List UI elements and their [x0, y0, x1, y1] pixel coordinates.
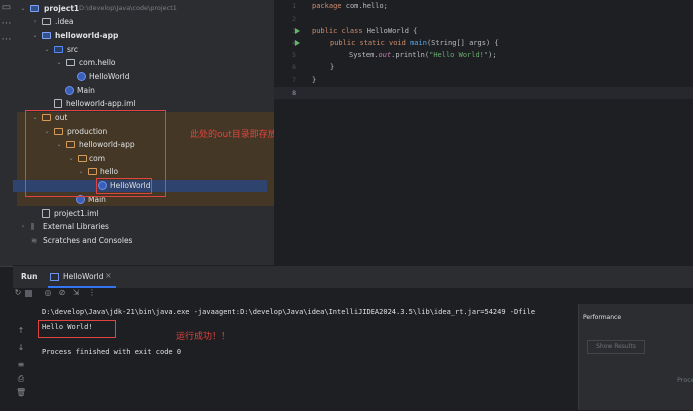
- show-results-button[interactable]: Show Results: [587, 340, 645, 354]
- code-string: "Hello World!": [429, 51, 489, 59]
- code-keyword: public static void: [330, 39, 406, 47]
- code-editor[interactable]: 1 2 3 4 5 6 7 8 package com.hello; publi…: [274, 0, 693, 265]
- process-label: Proce: [677, 376, 693, 384]
- line-number: 8: [292, 89, 296, 97]
- iml-file-icon: [42, 209, 50, 218]
- line-number: 6: [292, 63, 296, 71]
- more-options-icon[interactable]: ⋮: [87, 288, 97, 298]
- code-line-6: }: [330, 63, 335, 71]
- current-line-highlight: [274, 87, 693, 99]
- scratches-icon: ≋: [31, 236, 38, 245]
- export-icon[interactable]: ⇲: [71, 288, 81, 298]
- run-toolbar: ↻ ◎ ⊘ ⇲ ⋮: [13, 288, 578, 302]
- folder-icon[interactable]: ▭: [1, 2, 12, 13]
- code-text: );: [488, 51, 497, 59]
- tree-row-external-libraries[interactable]: › ⫼ External Libraries: [13, 220, 274, 233]
- tree-row-scratches[interactable]: ≋ Scratches and Consoles: [13, 234, 274, 247]
- library-icon: ⫼: [31, 222, 35, 231]
- code-keyword: public class: [312, 27, 363, 35]
- code-keyword: package: [312, 2, 342, 10]
- line-number: 7: [292, 76, 296, 84]
- exit-message: Process finished with exit code 0: [42, 348, 182, 356]
- more-icon[interactable]: ⋯: [1, 34, 12, 45]
- code-line-7: }: [312, 76, 317, 84]
- code-text: .println(: [391, 51, 430, 59]
- class-annotation-box: [96, 178, 152, 194]
- code-text: HelloWorld {: [362, 27, 418, 35]
- line-number: 1: [292, 2, 296, 10]
- tree-label-project-iml: project1.iml: [54, 209, 99, 218]
- code-method: main: [410, 39, 427, 47]
- tree-row-project-iml[interactable]: project1.iml: [13, 207, 274, 220]
- run-tab-bar: Run HelloWorld ×: [13, 266, 693, 288]
- run-annotation-text: 运行成功！！: [176, 332, 231, 342]
- command-line: D:\develop\Java\jdk-21\bin\java.exe -jav…: [42, 308, 536, 316]
- commit-icon[interactable]: ⋯: [1, 18, 12, 29]
- performance-title: Performance: [583, 314, 622, 321]
- code-line-1: package com.hello;: [312, 0, 388, 13]
- tree-label-scratches: Scratches and Consoles: [43, 236, 133, 245]
- rerun-icon[interactable]: ↻: [13, 288, 23, 298]
- code-field: out: [378, 51, 392, 59]
- stop-icon[interactable]: [25, 290, 32, 297]
- clear-icon[interactable]: ⊘: [57, 288, 67, 298]
- tree-label-external-libraries: External Libraries: [43, 222, 109, 231]
- code-text: com.hello;: [341, 2, 388, 10]
- code-text: (String[] args) {: [426, 39, 499, 47]
- performance-panel: Performance Show Results Proce: [578, 304, 693, 410]
- run-tab-helloworld[interactable]: HelloWorld: [63, 272, 104, 281]
- run-label: Run: [21, 272, 38, 281]
- run-gutter-icon[interactable]: [295, 40, 300, 46]
- application-icon: [50, 273, 59, 281]
- code-line-5: System.out.println("Hello World!");: [349, 49, 497, 62]
- output-annotation-box: [38, 320, 116, 338]
- run-gutter-icon[interactable]: [295, 28, 300, 34]
- code-text: System.: [349, 51, 379, 59]
- camera-icon[interactable]: ◎: [43, 288, 53, 298]
- close-tab-icon[interactable]: ×: [105, 271, 112, 280]
